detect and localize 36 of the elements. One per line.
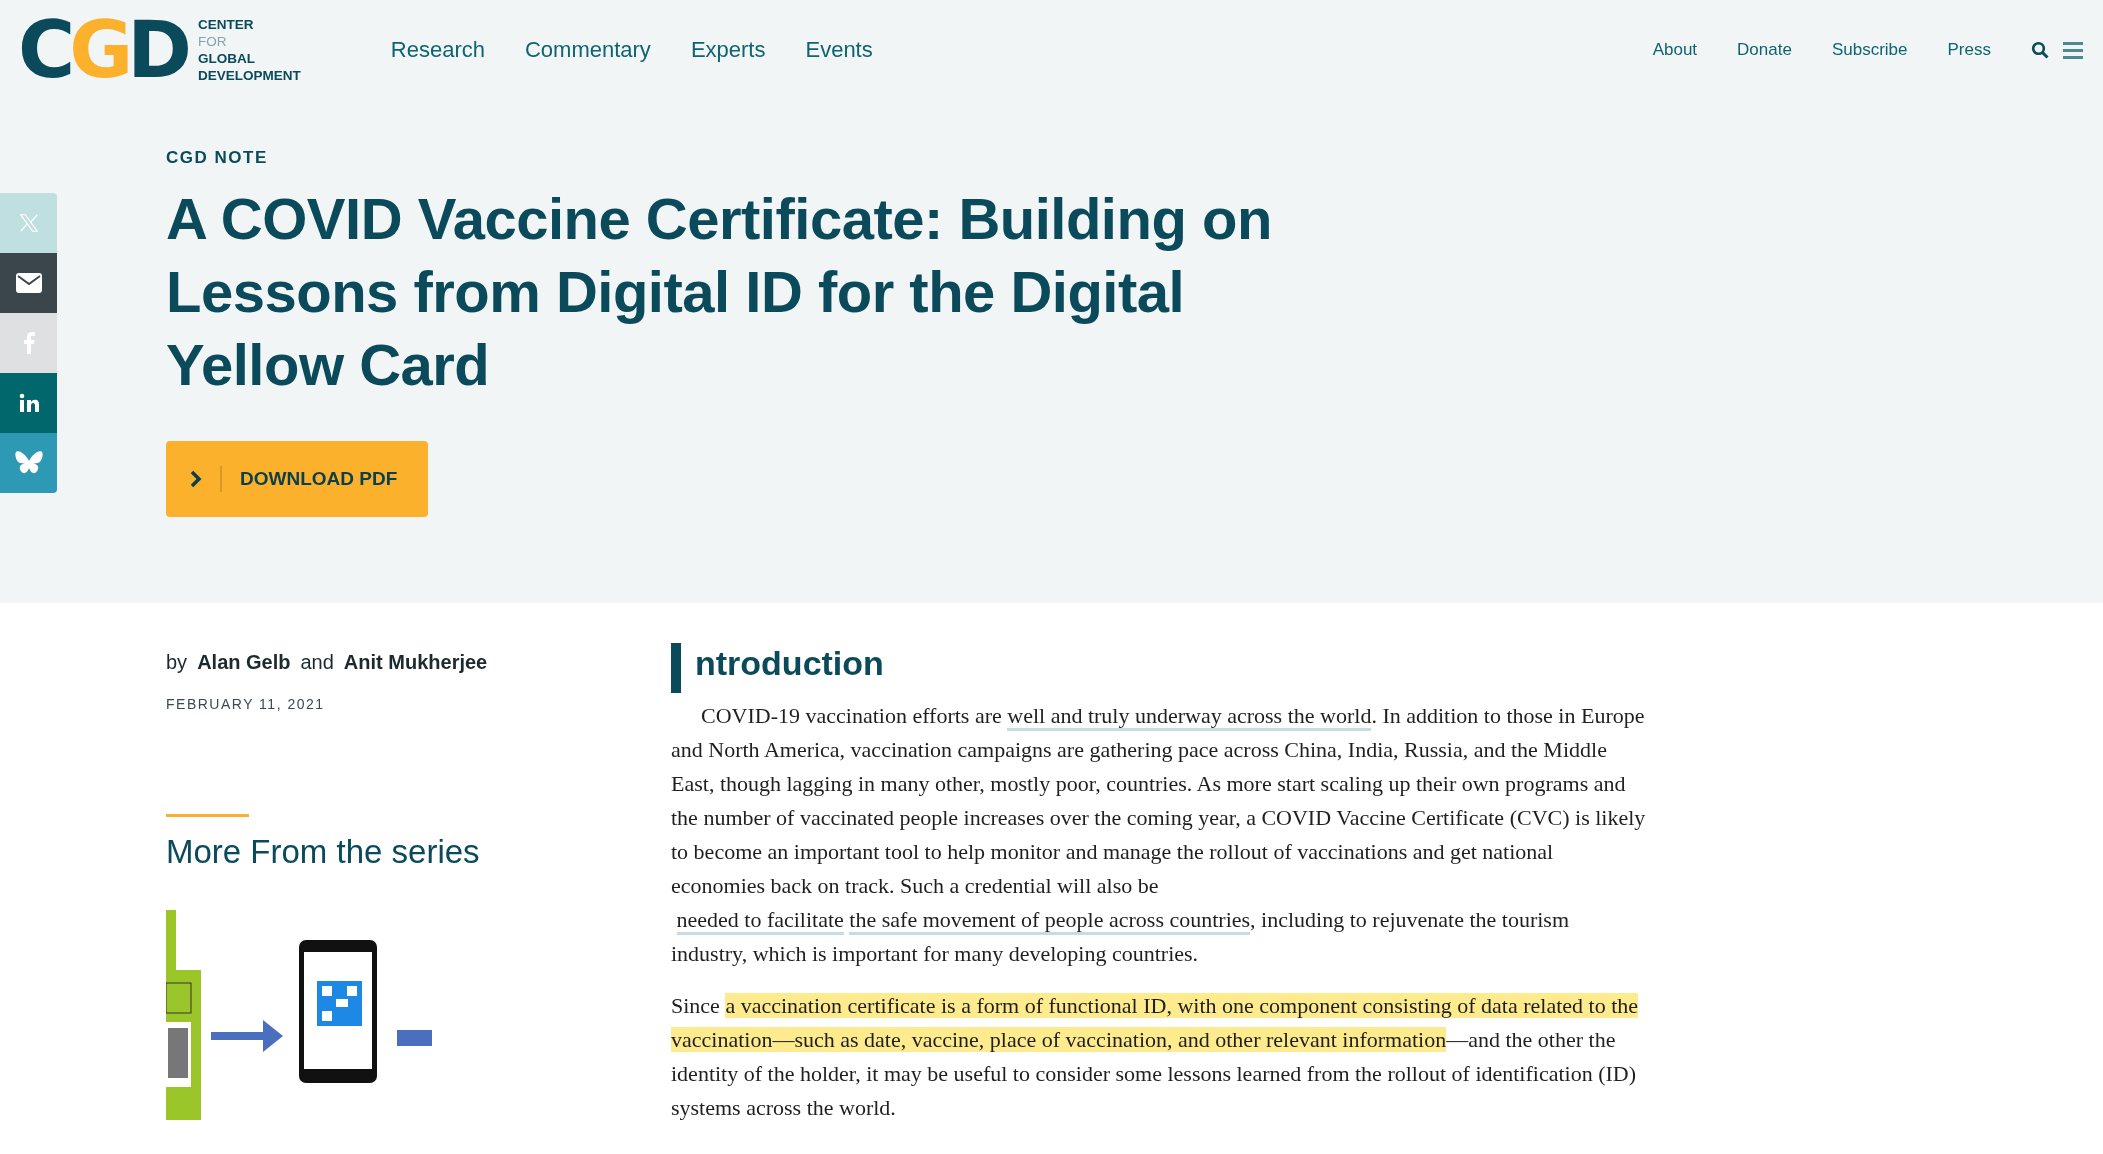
author-link[interactable]: Anit Mukherjee xyxy=(343,651,488,674)
author-link[interactable]: Alan Gelb xyxy=(197,651,291,674)
utility-link[interactable]: About xyxy=(1652,40,1698,60)
logo-text[interactable]: CENTER FOR GLOBAL DEVELOPMENT xyxy=(198,16,301,84)
article-link[interactable]: needed to facilitate xyxy=(676,907,844,935)
nav-link[interactable]: Experts xyxy=(690,37,766,63)
share-button[interactable] xyxy=(0,253,57,313)
article-type-label: CGD NOTE xyxy=(166,148,269,168)
chevron-icon xyxy=(190,470,202,488)
article-paragraph: COVID-19 vaccination efforts are well and truly underway across the world. In addition to those in Europe and North America, vaccination campaigns are gathering pace across China, India, Russia, and the Middle East, though lagging in many other, mostly poor, countries. As more start scaling up their own programs and the number of vaccinated people increases over the coming year, a COVID Vaccine Certificate (CVC) is likely to become an important tool to help monitor and manage the rollout of vaccinations and get national economies back on track. Such a credential will also be needed to facilitate the safe movement of people across countries, including to rejuvenate the tourism industry, which is important for many developing countries. xyxy=(671,702,1646,968)
byline-prefix: by xyxy=(166,651,188,674)
menu-icon[interactable] xyxy=(2063,41,2083,59)
facebook-icon xyxy=(22,332,35,354)
x-logo-icon xyxy=(17,212,40,234)
share-button[interactable] xyxy=(0,373,57,433)
publish-date: FEBRUARY 11, 2021 xyxy=(166,696,326,712)
download-pdf-button[interactable]: DOWNLOAD PDF xyxy=(166,441,428,517)
search-icon[interactable] xyxy=(2031,41,2049,59)
linkedin-icon xyxy=(18,393,39,413)
article-paragraph: Since a vaccination certificate is a form of functional ID, with one component consisting of data related to the vaccination—such as date, vaccine, place of vaccination, and other relevant information—and the other the identity of the holder, it may be useful to consider some lessons learned from the rollout of identification (ID) systems across the world. xyxy=(671,992,1640,1122)
logo-mark[interactable]: CGD xyxy=(18,11,187,89)
byline-joiner: and xyxy=(300,651,334,674)
heading-accent-bar xyxy=(671,643,681,693)
envelope-icon xyxy=(15,273,42,293)
article-title: A COVID Vaccine Certificate: Building on Lessons from Digital ID for the Digital Yellow Card xyxy=(166,185,1273,399)
nav-link[interactable]: Events xyxy=(805,37,873,63)
butterfly-icon xyxy=(14,450,43,476)
utility-link[interactable]: Press xyxy=(1947,40,1991,60)
section-heading: ntroduction xyxy=(695,643,884,683)
article-link[interactable]: the safe movement of people across countries xyxy=(849,907,1251,935)
nav-link[interactable]: Research xyxy=(390,37,485,63)
nav-link[interactable]: Commentary xyxy=(524,37,651,63)
article-link[interactable]: well and truly underway across the world xyxy=(1007,703,1372,731)
series-heading: More From the series xyxy=(166,833,481,871)
utility-link[interactable]: Donate xyxy=(1737,40,1792,60)
utility-link[interactable]: Subscribe xyxy=(1831,40,1908,60)
